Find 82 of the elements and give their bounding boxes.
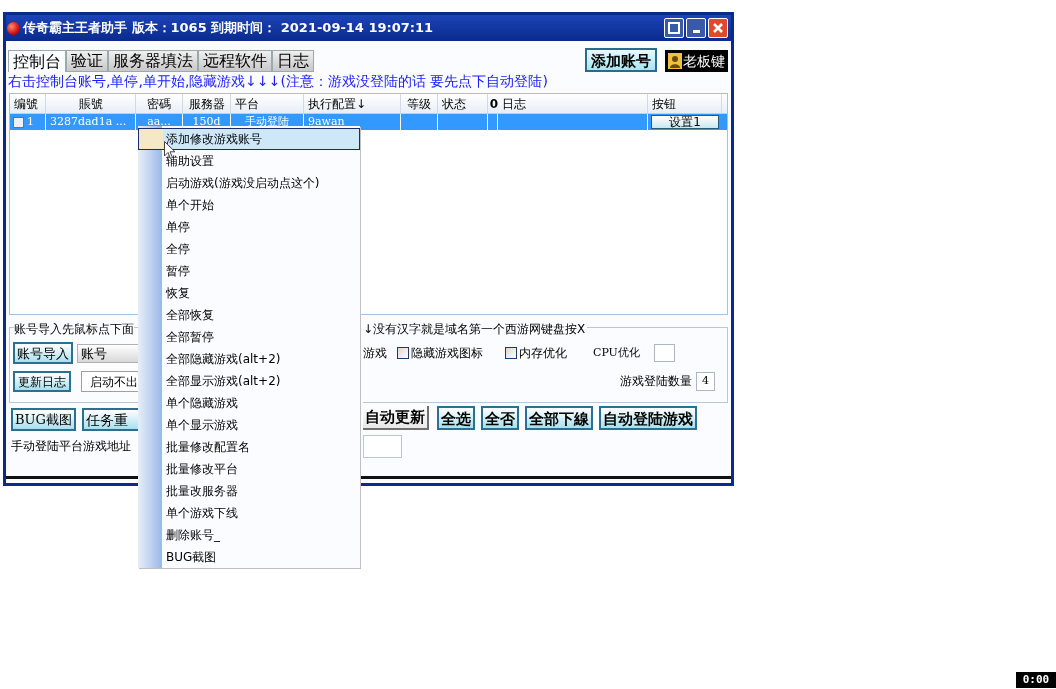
group-title: ↓没有汉字就是域名第一个西游网键盘按X [363,320,588,338]
update-log-button[interactable]: 更新日志 [13,371,71,392]
column-header[interactable]: 平台 [231,94,304,113]
action-button[interactable]: 全否 [481,406,519,430]
menu-item[interactable]: 启动游戏(游戏没启动点这个) [138,172,360,194]
column-header[interactable]: 编號 [10,94,46,113]
minimize-icon [692,29,700,33]
cpu-input[interactable] [653,344,675,362]
timer-badge: 0:00 [1016,672,1056,688]
menu-item[interactable]: 添加修改游戏账号 [138,128,360,150]
menu-item[interactable]: 单停 [138,216,360,238]
tab[interactable]: 验证 [66,50,108,72]
column-header[interactable]: 服務器 [183,94,231,113]
app-icon [7,21,20,35]
table-cell-text: aa... [147,113,171,130]
menu-item[interactable]: 全部恢复 [138,304,360,326]
maximize-icon [668,22,680,34]
menu-item[interactable]: BUG截图 [138,546,360,568]
account-dropdown[interactable]: 账号 [77,343,141,363]
table-cell-text: 3287dad1a ... [50,113,127,130]
person-icon [668,53,682,69]
checkbox[interactable] [505,347,517,359]
minimize-button[interactable] [686,18,706,38]
group-title: 账号导入先鼠标点下面 [14,320,134,338]
checkbox-label: 隐藏游戏图标 [411,345,483,362]
maximize-button[interactable] [664,18,684,38]
address-label: 手动登陆平台游戏地址 [10,438,132,455]
column-header[interactable]: 賬號 [46,94,136,113]
menu-item[interactable]: 全部显示游戏(alt+2) [138,370,360,392]
menu-item[interactable]: 批量修改配置名 [138,436,360,458]
boss-key-button[interactable]: 老板键 [665,50,728,72]
menu-item[interactable]: 暂停 [138,260,360,282]
notice-text: 右击控制台账号,单停,单开始,隐藏游戏↓↓↓(注意：游戏没登陆的话 要先点下自动登陆) [7,72,549,90]
table-row[interactable]: 1 3287dad1a ... aa... 150d 手动登陆 9awan 设置1 [10,114,727,130]
checkbox[interactable] [397,347,409,359]
window-title: 传奇霸主王者助手 版本：1065 到期时间： 2021-09-14 19:07:11 [23,19,435,38]
table-cell-text: 150d [192,113,221,130]
add-account-button[interactable]: 添加账号 [585,48,657,72]
checkbox-label: 内存优化 [519,345,567,362]
table-cell-text: 9awan [308,113,345,130]
action-button[interactable]: 自动登陆游戏 [599,406,697,430]
action-button[interactable]: 全选 [437,406,475,430]
column-header[interactable]: 执行配置↓ [304,94,401,113]
close-icon [712,22,724,34]
menu-item[interactable]: 单个隐藏游戏 [138,392,360,414]
address-input[interactable] [363,435,402,458]
tab[interactable]: 控制台 [8,50,66,72]
menu-item[interactable]: 单个游戏下线 [138,502,360,524]
menu-item[interactable]: 全停 [138,238,360,260]
action-button[interactable]: 全部下線 [525,406,593,430]
task-button[interactable]: 任务重 [81,408,141,431]
login-count-input[interactable]: 4 [696,371,715,391]
column-header[interactable]: 按钮 [648,94,722,113]
menu-item[interactable]: 单个显示游戏 [138,414,360,436]
login-count-label: 游戏登陆数量 [620,373,692,390]
settings-button[interactable]: 设置1 [651,115,719,129]
menu-item[interactable]: 全部隐藏游戏(alt+2) [138,348,360,370]
menu-item[interactable]: 全部暂停 [138,326,360,348]
import-button[interactable]: 账号导入 [13,342,73,364]
column-header[interactable]: 状态 [438,94,488,113]
column-header[interactable]: 0 [488,94,498,113]
screenshot-button[interactable]: BUG截图 [11,408,76,431]
menu-item[interactable]: 单个开始 [138,194,360,216]
close-button[interactable] [708,18,728,38]
menu-item[interactable]: 批量修改平台 [138,458,360,480]
menu-item[interactable]: 删除账号_ [138,524,360,546]
menu-item[interactable]: 批量改服务器 [138,480,360,502]
menu-item[interactable]: 恢复 [138,282,360,304]
column-header[interactable]: 密碼 [136,94,183,113]
action-button[interactable]: 自动更新 [363,406,429,430]
tab[interactable]: 日志 [272,50,314,72]
menu-item[interactable]: 辅助设置 [138,150,360,172]
column-header[interactable]: 等级 [401,94,438,113]
tab[interactable]: 服务器填法 [108,50,198,72]
column-header[interactable]: 日志 [498,94,648,113]
start-button[interactable]: 启动不出 [81,371,141,392]
checkbox[interactable] [13,116,24,128]
table-cell-text: 1 [27,113,34,130]
tab[interactable]: 远程软件 [198,50,272,72]
cpu-label: CPU优化 [593,344,640,361]
option-label: 游戏 [363,345,387,362]
table-cell-text: 手动登陆 [245,113,289,130]
